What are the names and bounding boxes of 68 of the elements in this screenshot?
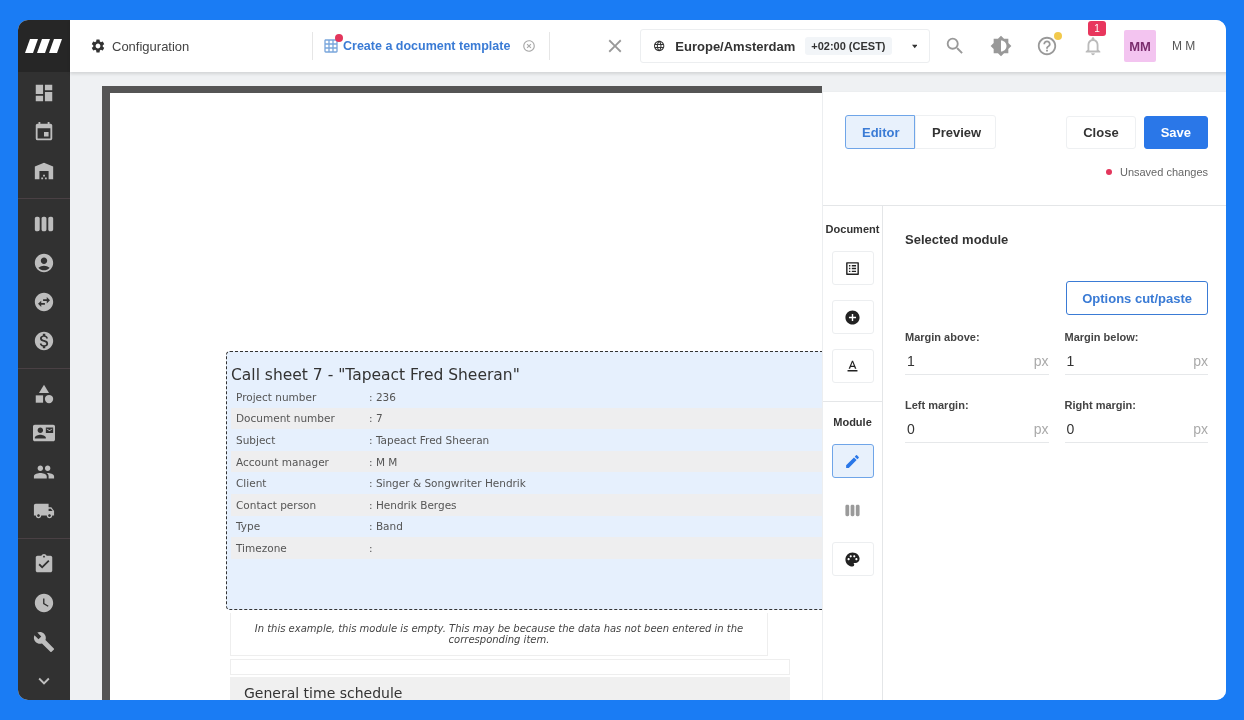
caret-icon [911, 43, 917, 49]
status-dot [1105, 169, 1112, 175]
field-label: Right margin: [1064, 399, 1137, 411]
timezone-offset: +02:00 (CEST) [805, 37, 892, 55]
field-value: : Hendrik Berges [369, 498, 458, 511]
options-button[interactable]: Options cut/paste [1066, 281, 1208, 315]
field-label: Contact person [236, 498, 318, 511]
add-icon [844, 308, 861, 326]
input-field[interactable]: 0 px [905, 415, 1049, 443]
field-value: : [369, 541, 374, 554]
exchange-icon[interactable] [33, 291, 55, 313]
field-value: : M M [369, 455, 399, 468]
input-field[interactable]: 1 px [905, 347, 1049, 375]
avatar[interactable]: MM [1124, 30, 1156, 62]
tool-group-label: Module [833, 416, 872, 428]
section-heading: General time schedule [230, 676, 790, 700]
list-icon [844, 259, 861, 277]
contact-card-icon[interactable] [33, 422, 55, 444]
input-field[interactable]: 1 px [1064, 347, 1208, 375]
contrast-icon[interactable] [990, 35, 1012, 57]
section-title: Selected module [905, 232, 1010, 247]
field-value: : Band [369, 520, 404, 533]
pencil-icon [844, 452, 861, 470]
field-label: Account manager [236, 455, 330, 468]
logo[interactable] [25, 39, 63, 53]
field-label: Project number [236, 390, 318, 403]
dollar-icon[interactable] [33, 330, 55, 352]
close-button[interactable]: Close [1066, 115, 1136, 149]
field-label: Left margin: [905, 399, 970, 411]
field-label: Client [236, 477, 268, 490]
field-value: : 236 [369, 390, 397, 403]
wrench-icon[interactable] [33, 631, 55, 653]
field-label: Subject [236, 434, 277, 446]
warehouse-icon[interactable] [33, 160, 55, 182]
dashboard-icon[interactable] [33, 82, 55, 104]
field-label: Timezone [236, 541, 288, 554]
empty-module-note: In this example, this module is empty. This may be because the data has not been entered in the corresponding item. [230, 612, 768, 656]
clock-icon[interactable] [33, 592, 55, 614]
field-label: Type [236, 520, 262, 533]
field-label: Margin below: [1064, 331, 1140, 343]
mode-tab[interactable]: Editor [845, 115, 915, 149]
grid-icon [323, 38, 339, 54]
field-value: : Singer & Songwriter Hendrik [369, 477, 527, 490]
user-name[interactable]: M M [1172, 39, 1196, 53]
field-value: : Tapeact Fred Sheeran [369, 434, 491, 446]
help-icon[interactable] [1036, 35, 1058, 57]
timezone-name: Europe/Amsterdam [675, 38, 796, 54]
input-field[interactable]: 0 px [1064, 415, 1208, 443]
field-value: : 7 [369, 412, 384, 425]
user-icon[interactable] [33, 252, 55, 274]
palette-icon [844, 550, 861, 568]
breadcrumb[interactable]: Configuration [90, 38, 312, 54]
calendar-icon[interactable] [33, 121, 55, 143]
clipboard-check-icon[interactable] [33, 553, 55, 575]
document-tab[interactable]: Create a document template [343, 39, 511, 53]
mode-tab[interactable]: Preview [915, 115, 996, 149]
shapes-icon[interactable] [33, 383, 55, 405]
field-label: Document number [236, 412, 336, 425]
timezone-select[interactable]: Europe/Amsterdam +02:00 (CEST) [640, 29, 930, 63]
save-button[interactable]: Save [1143, 115, 1208, 149]
search-icon[interactable] [944, 35, 966, 57]
notification-badge: 1 [1088, 21, 1106, 36]
tool-group-label: Document [825, 223, 880, 235]
field-label: Margin above: [905, 331, 981, 343]
selected-module[interactable] [226, 351, 822, 610]
status-text: Unsaved changes [1119, 166, 1208, 178]
module-title: Call sheet 7 - "Tapeact Fred Sheeran" [231, 366, 521, 384]
settings-icon [90, 38, 106, 54]
